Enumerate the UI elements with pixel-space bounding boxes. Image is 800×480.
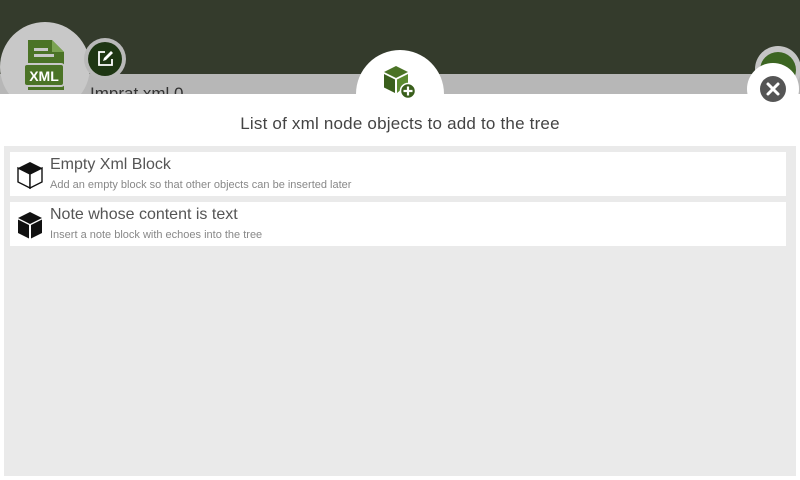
svg-text:XML: XML: [29, 68, 59, 84]
edit-button[interactable]: [84, 38, 126, 80]
cube-outline-icon: [17, 162, 43, 190]
edit-icon: [98, 51, 113, 66]
close-button[interactable]: [747, 63, 799, 115]
item-title: Empty Xml Block: [50, 156, 171, 173]
cube-add-icon: [384, 66, 417, 100]
list-item-text-note[interactable]: Note whose content is text Insert a note…: [10, 202, 786, 246]
node-object-list: Empty Xml Block Add an empty block so th…: [4, 146, 796, 476]
item-title: Note whose content is text: [50, 206, 238, 223]
cube-filled-icon: [18, 212, 42, 239]
item-description: Add an empty block so that other objects…: [50, 179, 352, 191]
close-icon: [760, 76, 786, 102]
xml-file-icon: XML: [22, 40, 70, 97]
modal-title: List of xml node objects to add to the t…: [240, 114, 560, 133]
list-item-empty-xml-block[interactable]: Empty Xml Block Add an empty block so th…: [10, 152, 786, 196]
item-description: Insert a note block with echoes into the…: [50, 229, 263, 241]
